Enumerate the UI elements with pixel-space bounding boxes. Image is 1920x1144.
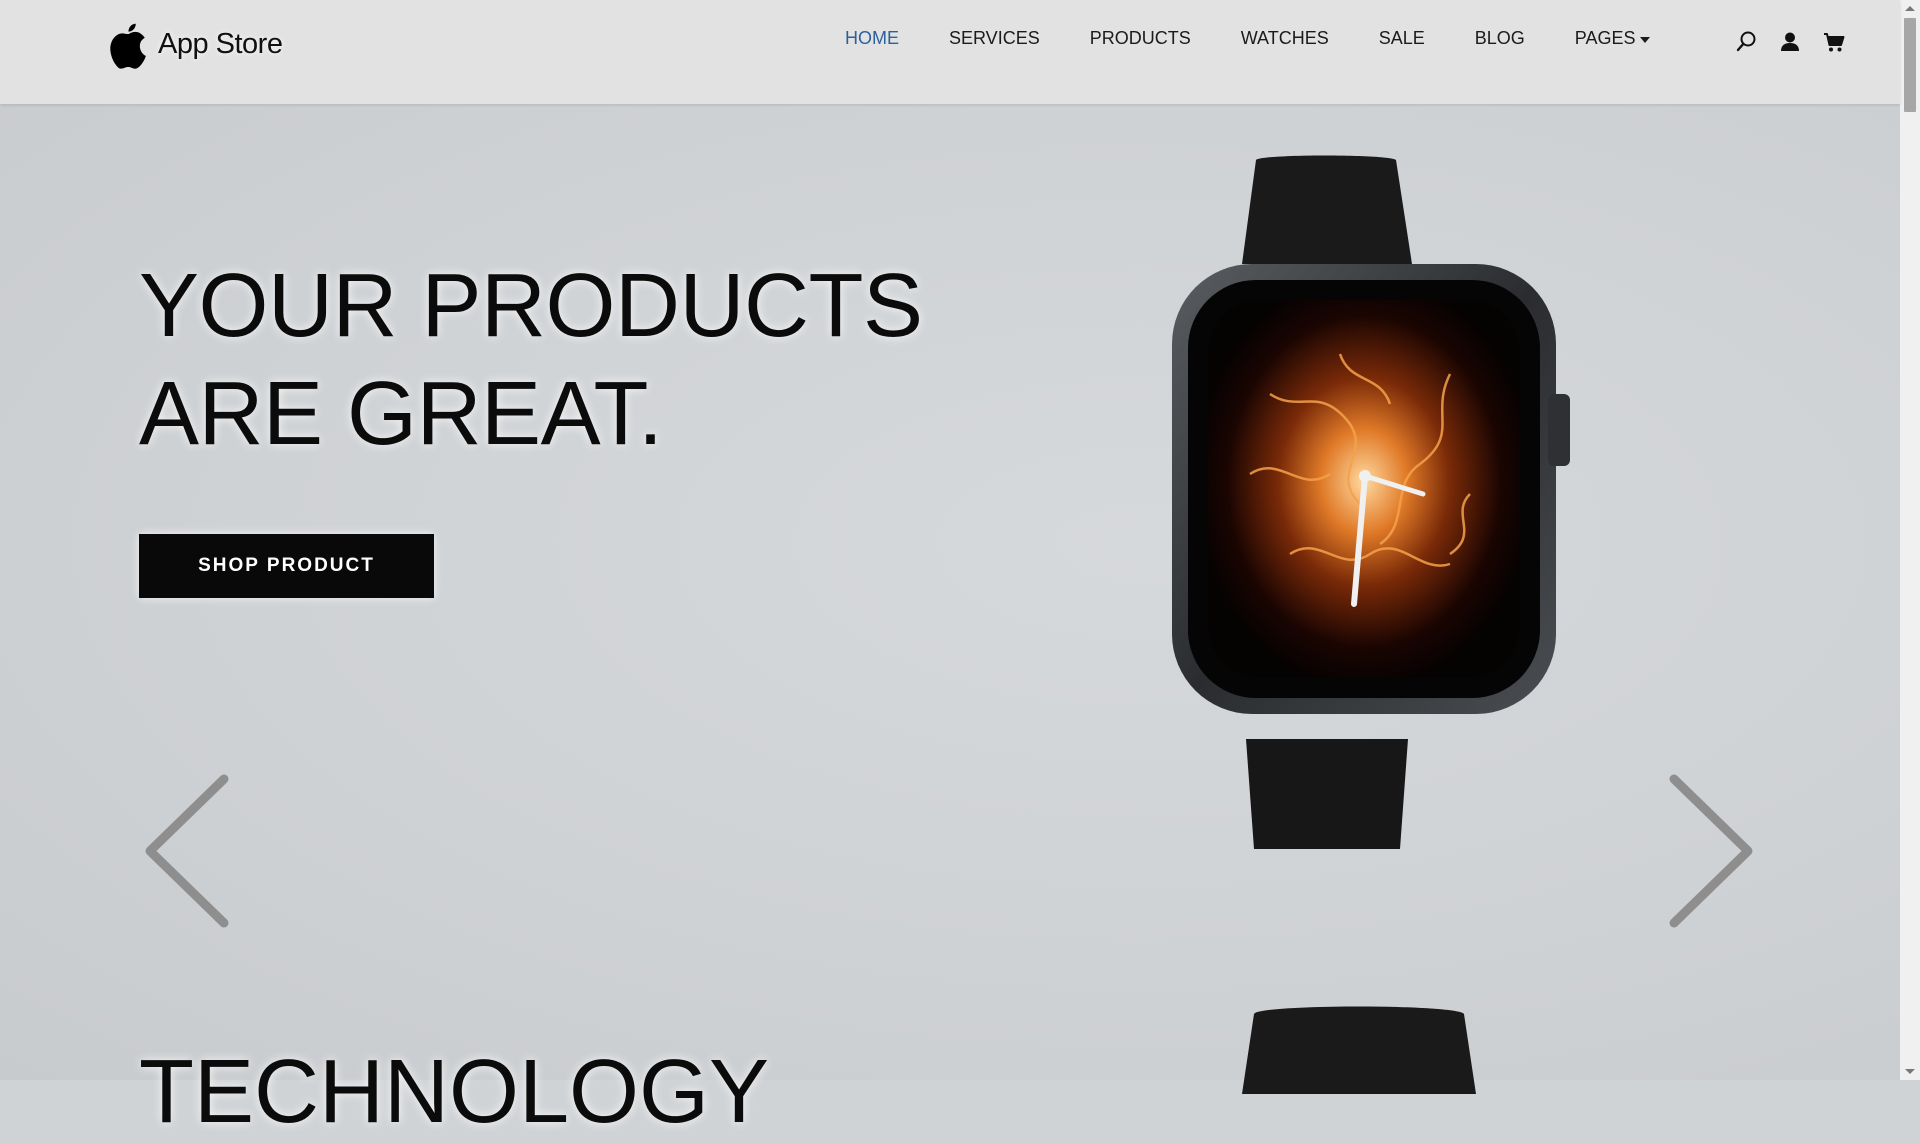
next-slide-title: TECHNOLOGY [139,1042,770,1142]
main-nav: HOME SERVICES PRODUCTS WATCHES SALE BLOG… [845,28,1700,49]
hero-title-line1: YOUR PRODUCTS [139,256,923,356]
search-icon[interactable] [1735,30,1757,54]
nav-watches[interactable]: WATCHES [1241,28,1329,49]
scrollbar[interactable] [1900,0,1920,1080]
smartwatch-image-next-slide [1242,1006,1476,1094]
nav-pages-label: PAGES [1574,28,1636,48]
nav-blog[interactable]: BLOG [1475,28,1525,49]
nav-icons [1735,30,1845,54]
smartwatch-image [1172,155,1570,849]
scroll-down-icon[interactable] [1905,1069,1915,1074]
brand-name: App Store [158,27,283,60]
hero-title: YOUR PRODUCTS ARE GREAT. [139,252,923,468]
brand-logo[interactable]: App Store [106,14,283,74]
nav-home[interactable]: HOME [845,28,899,49]
nav-products[interactable]: PRODUCTS [1090,28,1191,49]
shop-product-button[interactable]: SHOP PRODUCT [139,534,434,598]
apple-logo-icon [110,23,146,69]
hero-slider: YOUR PRODUCTS ARE GREAT. SHOP PRODUCT TE… [0,104,1900,1142]
chevron-left-icon [145,774,229,928]
navbar: App Store HOME SERVICES PRODUCTS WATCHES… [0,0,1900,104]
cart-icon[interactable] [1823,30,1845,54]
chevron-right-icon [1669,774,1753,928]
nav-sale[interactable]: SALE [1379,28,1425,49]
scroll-up-icon[interactable] [1905,6,1915,11]
slider-next-button[interactable] [1660,769,1760,929]
hero-title-line2: ARE GREAT. [139,364,663,464]
nav-services[interactable]: SERVICES [949,28,1040,49]
scrollbar-thumb[interactable] [1904,18,1916,112]
user-icon[interactable] [1779,30,1801,54]
slider-prev-button[interactable] [138,769,238,929]
nav-pages-dropdown[interactable]: PAGES [1575,28,1651,49]
caret-down-icon [1640,36,1651,43]
